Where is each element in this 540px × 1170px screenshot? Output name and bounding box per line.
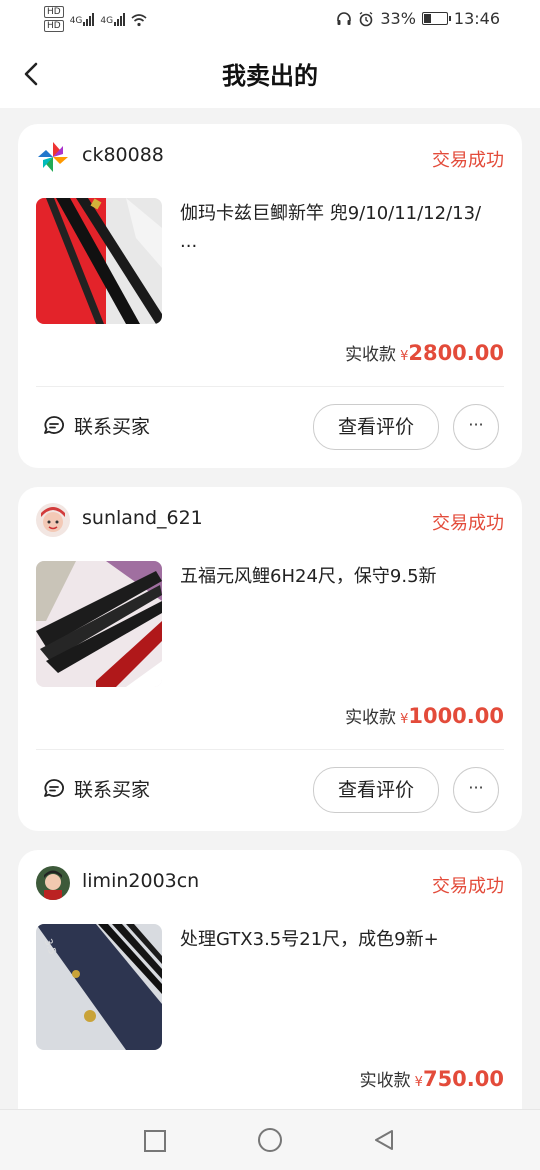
- network-label: 4G: [100, 16, 114, 26]
- signal-icon: 4G: [100, 6, 126, 26]
- contact-buyer-button[interactable]: 联系买家: [42, 412, 150, 439]
- avatar[interactable]: [36, 140, 70, 174]
- order-status: 交易成功: [432, 513, 504, 534]
- nav-bar: 我卖出的: [0, 40, 540, 108]
- status-bar: HD HD 4G 4G 33% 13:46: [0, 0, 540, 40]
- divider: [36, 749, 504, 750]
- received-amount: 实收款 ¥750.00: [360, 1066, 504, 1091]
- order-card: ck80088 交易成功 伽玛卡兹巨鲫新竿 兜9/10/11/12/13/ ..…: [18, 124, 522, 468]
- back-nav-icon[interactable]: [372, 1128, 396, 1152]
- product-description[interactable]: 五福元风鲤6H24尺，保守9.5新: [180, 563, 510, 591]
- product-image[interactable]: [36, 198, 162, 324]
- page-title: 我卖出的: [222, 62, 318, 90]
- contact-buyer-label: 联系买家: [74, 779, 151, 801]
- order-status: 交易成功: [432, 150, 504, 171]
- received-amount: 实收款 ¥2800.00: [345, 340, 504, 365]
- network-label: 4G: [69, 16, 83, 26]
- divider: [36, 386, 504, 387]
- product-image[interactable]: 3.5: [36, 924, 162, 1050]
- order-status: 交易成功: [432, 876, 504, 897]
- buyer-username[interactable]: limin2003cn: [82, 870, 199, 892]
- order-card: sunland_621 交易成功 五福元风鲤6H24尺，保守9.5新 实收款 ¥1…: [18, 487, 522, 831]
- price-label: 实收款: [345, 345, 397, 365]
- hd-label: HD: [44, 20, 64, 32]
- received-amount: 实收款 ¥1000.00: [345, 703, 504, 728]
- price-value: 1000.00: [408, 704, 504, 728]
- product-description[interactable]: 处理GTX3.5号21尺，成色9新+: [180, 926, 510, 954]
- view-review-button[interactable]: 查看评价: [313, 404, 439, 450]
- recent-apps-icon[interactable]: [144, 1130, 166, 1152]
- contact-buyer-label: 联系买家: [74, 416, 151, 438]
- avatar[interactable]: [36, 503, 70, 537]
- avatar[interactable]: [36, 866, 70, 900]
- product-image[interactable]: [36, 561, 162, 687]
- system-nav-bar: [0, 1109, 540, 1170]
- currency-symbol: ¥: [414, 1075, 423, 1090]
- battery-percent: 33%: [380, 9, 416, 28]
- buyer-username[interactable]: sunland_621: [82, 507, 203, 529]
- view-review-button[interactable]: 查看评价: [313, 767, 439, 813]
- price-value: 750.00: [422, 1067, 504, 1091]
- battery-icon: [421, 12, 451, 25]
- buyer-username[interactable]: ck80088: [82, 144, 164, 166]
- more-button[interactable]: ···: [453, 767, 499, 813]
- hd-label: HD: [44, 6, 64, 18]
- chat-icon: [44, 415, 64, 434]
- price-label: 实收款: [359, 1071, 411, 1091]
- wifi-icon: [131, 14, 147, 27]
- chat-icon: [44, 778, 64, 797]
- price-label: 实收款: [345, 708, 397, 728]
- home-icon[interactable]: [258, 1128, 282, 1152]
- order-card: limin2003cn 交易成功 3.5 处理GTX3.5号21尺，成色9新+ …: [18, 850, 522, 1150]
- alarm-icon: [359, 11, 373, 26]
- contact-buyer-button[interactable]: 联系买家: [42, 775, 150, 802]
- headphones-icon: [337, 11, 352, 25]
- product-description[interactable]: 伽玛卡兹巨鲫新竿 兜9/10/11/12/13/ ...: [180, 200, 510, 256]
- signal-icon: 4G: [70, 6, 95, 26]
- more-button[interactable]: ···: [453, 404, 499, 450]
- hd-indicator: HD HD: [44, 6, 64, 32]
- clock: 13:46: [453, 9, 500, 28]
- price-value: 2800.00: [408, 341, 504, 365]
